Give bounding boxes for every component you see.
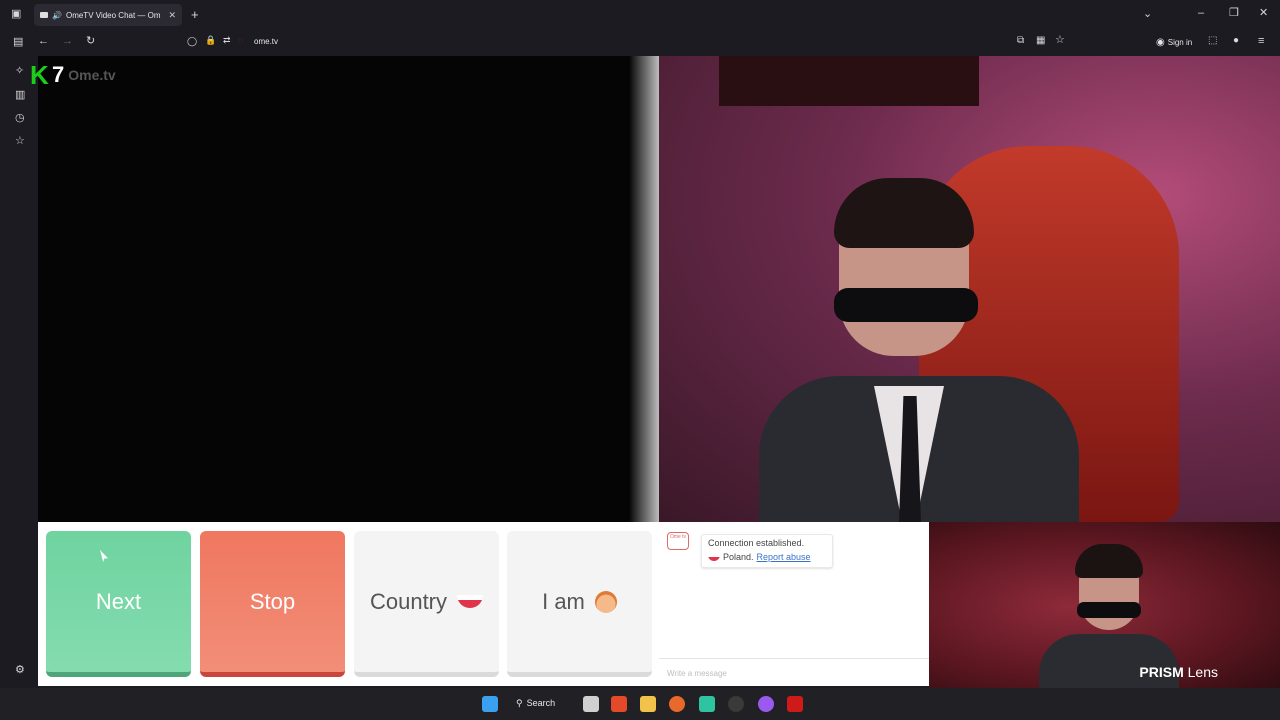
- window-close-icon[interactable]: ✕: [1259, 8, 1268, 19]
- taskbar: [0, 688, 1280, 720]
- back-icon[interactable]: ←: [38, 36, 49, 47]
- sign-in-button[interactable]: ◉ Sign in: [1156, 37, 1192, 48]
- ai-sparkle-icon[interactable]: ✧: [15, 66, 24, 77]
- connection-status: Connection established.: [708, 538, 805, 548]
- extensions-icon[interactable]: ⬚: [1208, 36, 1217, 46]
- gender-button[interactable]: I am: [507, 531, 652, 677]
- logo-seven: 7: [52, 62, 65, 87]
- new-tab-button[interactable]: +: [191, 8, 199, 21]
- browser-tab[interactable]: 🔊 OmeTV Video Chat — Om ✕: [34, 4, 182, 26]
- next-label: Next: [95, 588, 142, 614]
- ometv-chat-logo-icon: Ome tv: [667, 532, 689, 550]
- video-edge-fade: [629, 56, 659, 522]
- file-explorer-icon[interactable]: [640, 696, 656, 712]
- bookmark-star-icon[interactable]: ☆: [1055, 35, 1065, 46]
- poland-flag-icon: [708, 553, 720, 561]
- prism-lens-watermark: PRISM Lens: [1139, 664, 1218, 680]
- chat-panel: Ome tv Connection established. Poland. R…: [659, 522, 929, 686]
- permissions-icon[interactable]: ⇄: [223, 36, 231, 45]
- chat-controls: Next Stop Country I am: [38, 522, 659, 686]
- firefox-icon[interactable]: [669, 696, 685, 712]
- shield-icon[interactable]: ◯: [187, 37, 197, 46]
- app-green-icon[interactable]: [699, 696, 715, 712]
- stranger-video: [38, 56, 659, 522]
- self-suit: [1039, 634, 1179, 692]
- next-button[interactable]: Next: [46, 531, 191, 677]
- screen: ▣ 🔊 OmeTV Video Chat — Om ✕ + ⌄ – ❐ ✕ ▤ …: [0, 0, 1280, 720]
- person-emoji-icon: [594, 590, 617, 613]
- windows-start-icon[interactable]: [482, 696, 498, 712]
- tab-title: OmeTV Video Chat — Om: [65, 10, 161, 20]
- person-sunglasses: [834, 288, 978, 322]
- forward-icon[interactable]: →: [62, 36, 73, 47]
- search-icon: ⚲: [516, 697, 523, 708]
- browser-tab-strip: ▣ 🔊 OmeTV Video Chat — Om ✕ + ⌄ – ❐ ✕: [0, 0, 1280, 30]
- restore-icon[interactable]: ❐: [1229, 8, 1239, 19]
- sign-in-label: Sign in: [1167, 38, 1193, 47]
- stop-label: Stop: [249, 588, 296, 614]
- country-button[interactable]: Country: [354, 531, 499, 677]
- url-field[interactable]: ome.tv: [254, 37, 278, 46]
- taskbar-search[interactable]: ⚲ Search: [516, 694, 570, 712]
- ometv-watermark: Ome.tv: [68, 67, 116, 83]
- system-message: Connection established. Poland. Report a…: [701, 534, 833, 568]
- bookmarks-icon[interactable]: ☆: [15, 136, 25, 147]
- self-hair: [1075, 544, 1143, 578]
- screen-share-icon[interactable]: ⧉: [1017, 36, 1024, 46]
- recording-icon[interactable]: [787, 696, 803, 712]
- partner-video: [659, 56, 1280, 522]
- prism-brand: PRISM: [1139, 664, 1184, 680]
- navigation-bar: ▤ ← → ↻ ◯ 🔒 ⇄ ◌ ⧉ ▦ ☆ ⬚ ● ≡: [0, 30, 1280, 56]
- person-hair: [834, 178, 974, 248]
- history-icon[interactable]: ◷: [15, 113, 25, 124]
- search-label: Search: [526, 698, 556, 708]
- self-sunglasses: [1077, 602, 1141, 618]
- partner-country: Poland.: [723, 552, 754, 562]
- tab-list-chevron-icon[interactable]: ⌄: [1143, 9, 1152, 20]
- settings-gear-icon[interactable]: ⚙: [15, 665, 25, 676]
- minimize-icon[interactable]: –: [1198, 8, 1204, 19]
- country-line: Poland. Report abuse: [708, 552, 826, 562]
- report-abuse-link[interactable]: Report abuse: [757, 552, 811, 562]
- tab-close-icon[interactable]: ✕: [168, 10, 176, 21]
- site-favicon-icon: ◌: [238, 35, 244, 45]
- brave-browser-icon[interactable]: [611, 696, 627, 712]
- self-video: PRISM Lens: [929, 522, 1280, 692]
- messenger-icon[interactable]: [758, 696, 774, 712]
- tab-overview-icon[interactable]: ▣: [11, 9, 21, 20]
- task-view-icon[interactable]: [583, 696, 599, 712]
- prism-suffix: Lens: [1187, 664, 1218, 680]
- speaker-icon[interactable]: 🔊: [52, 11, 62, 20]
- account-icon: ◉: [1156, 37, 1165, 48]
- poland-flag-icon: [457, 595, 484, 608]
- channel-logo: K 7 Ome.tv: [30, 62, 116, 88]
- obs-icon[interactable]: [728, 696, 744, 712]
- tabs-icon[interactable]: ▥: [15, 90, 25, 101]
- background-shelf: [719, 56, 979, 106]
- iam-label: I am: [542, 588, 585, 614]
- reload-icon[interactable]: ↻: [86, 36, 95, 47]
- stop-button[interactable]: Stop: [200, 531, 345, 677]
- lock-icon[interactable]: 🔒: [205, 36, 216, 45]
- menu-icon[interactable]: ≡: [1258, 36, 1264, 47]
- profile-icon[interactable]: ●: [1233, 36, 1239, 46]
- message-input[interactable]: Write a message: [659, 658, 929, 686]
- logo-k: K: [30, 60, 49, 90]
- browser-sidebar: ✧ ▥ ◷ ☆ ⚙: [0, 56, 38, 688]
- country-label: Country: [369, 588, 448, 614]
- tab-favicon-icon: [40, 12, 48, 18]
- sidebar-toggle-icon[interactable]: ▤: [13, 37, 23, 48]
- reader-icon[interactable]: ▦: [1036, 36, 1045, 46]
